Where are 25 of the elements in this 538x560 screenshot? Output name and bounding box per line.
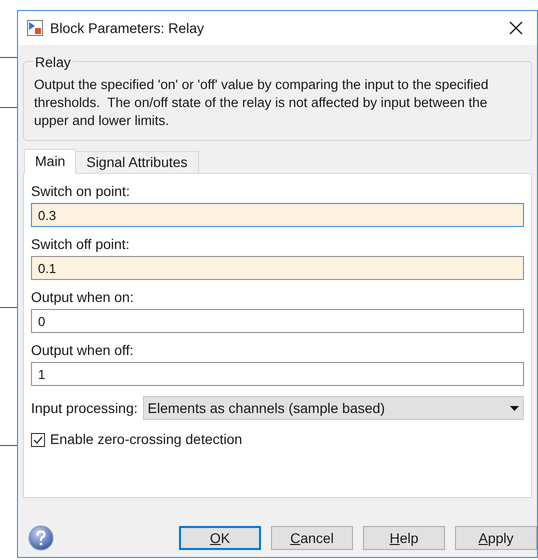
dialog-button[interactable]: Help	[363, 526, 445, 550]
input-field[interactable]: 0	[31, 309, 524, 333]
input-field[interactable]: 1	[31, 362, 524, 386]
help-icon[interactable]	[28, 525, 54, 551]
field-label: Switch off point:	[31, 235, 131, 254]
window-title: Block Parameters: Relay	[50, 18, 206, 38]
input-field[interactable]: 0.1	[31, 256, 524, 280]
input-field[interactable]: 0.3	[31, 203, 524, 227]
dialog-button[interactable]: Apply	[455, 526, 537, 550]
dialog-button[interactable]: Cancel	[271, 526, 353, 550]
field-label: Output when on:	[31, 288, 135, 307]
field-label: Switch on point:	[31, 182, 131, 201]
tab[interactable]: Main	[24, 149, 76, 174]
block-icon	[27, 20, 43, 36]
close-icon	[509, 21, 523, 35]
checkbox-label: Enable zero-crossing detection	[50, 430, 242, 449]
field-label: Output when off:	[31, 341, 134, 360]
checkbox[interactable]	[31, 432, 45, 446]
tab[interactable]: Signal Attributes	[76, 151, 199, 174]
caret-icon	[510, 406, 519, 410]
dropdown[interactable]: Elements as channels (sample based)	[142, 396, 524, 420]
description-text: Output the specified 'on' or 'off' value by comparing the input to the specified thresholds. The on/off state of the relay is not affected by input between the upper and lower limits.	[34, 76, 490, 130]
dialog-button[interactable]: OK	[179, 526, 261, 550]
field-label: Input processing:	[31, 398, 138, 418]
check-icon	[33, 436, 43, 444]
